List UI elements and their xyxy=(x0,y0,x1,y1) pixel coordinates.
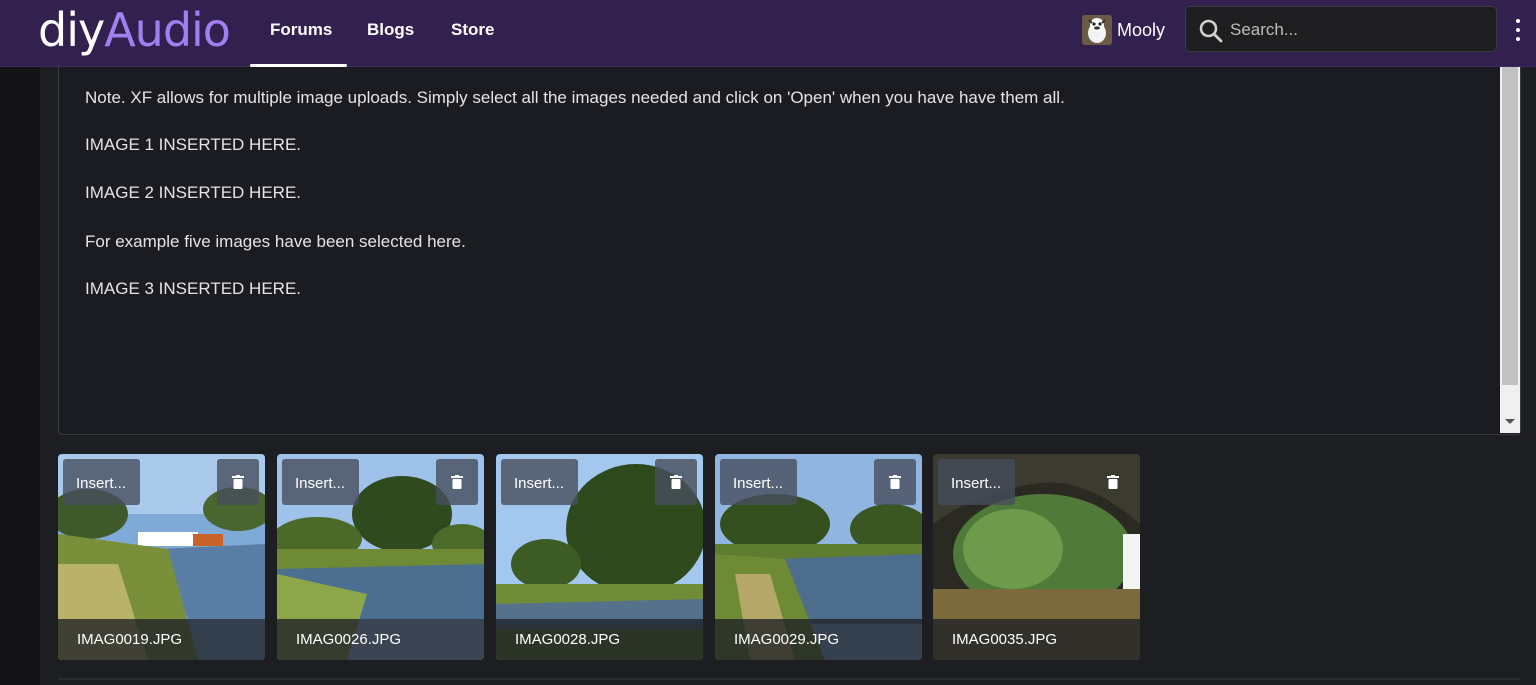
more-menu-icon[interactable] xyxy=(1509,16,1527,44)
delete-button[interactable] xyxy=(1092,459,1134,505)
nav-tab-forums[interactable]: Forums xyxy=(270,20,332,40)
delete-button[interactable] xyxy=(874,459,916,505)
editor-line: IMAGE 2 INSERTED HERE. xyxy=(85,183,302,202)
attachment-filename: IMAG0028.JPG xyxy=(496,619,703,660)
trash-icon xyxy=(1107,475,1119,489)
attachment-item: Insert... IMAG0019.JPG xyxy=(58,454,265,660)
search-input[interactable] xyxy=(1230,19,1480,41)
trash-icon xyxy=(232,475,244,489)
delete-button[interactable] xyxy=(436,459,478,505)
delete-button[interactable] xyxy=(655,459,697,505)
attachment-item: Insert... IMAG0028.JPG xyxy=(496,454,703,660)
nav-tab-blogs[interactable]: Blogs xyxy=(367,20,414,40)
scrollbar-thumb[interactable] xyxy=(1502,67,1518,385)
attachment-item: Insert... IMAG0029.JPG xyxy=(715,454,922,660)
editor-line: IMAGE 3 INSERTED HERE. xyxy=(85,279,302,298)
site-header: diyAudio Forums Blogs Store Mooly xyxy=(0,0,1536,67)
insert-button[interactable]: Insert... xyxy=(720,459,797,505)
scroll-down-arrow-icon[interactable] xyxy=(1505,419,1515,424)
trash-icon xyxy=(889,475,901,489)
attachment-filename: IMAG0019.JPG xyxy=(58,619,265,660)
editor-line: IMAGE 1 INSERTED HERE. xyxy=(85,135,302,154)
delete-button[interactable] xyxy=(217,459,259,505)
attachment-item: Insert... IMAG0026.JPG xyxy=(277,454,484,660)
insert-button[interactable]: Insert... xyxy=(282,459,359,505)
username[interactable]: Mooly xyxy=(1117,20,1165,41)
search-icon xyxy=(1199,19,1223,43)
editor-line: For example five images have been select… xyxy=(85,232,466,251)
avatar-image xyxy=(1082,15,1112,45)
insert-button[interactable]: Insert... xyxy=(938,459,1015,505)
divider xyxy=(58,678,1521,680)
site-logo[interactable]: diyAudio xyxy=(38,2,231,58)
attachment-filename: IMAG0026.JPG xyxy=(277,619,484,660)
logo-text-audio: Audio xyxy=(104,3,231,57)
attachment-filename: IMAG0035.JPG xyxy=(933,619,1140,660)
trash-icon xyxy=(451,475,463,489)
attachment-filename: IMAG0029.JPG xyxy=(715,619,922,660)
trash-icon xyxy=(670,475,682,489)
nav-tab-store[interactable]: Store xyxy=(451,20,494,40)
insert-button[interactable]: Insert... xyxy=(501,459,578,505)
logo-text-diy: diy xyxy=(38,3,105,57)
search-box[interactable] xyxy=(1185,6,1497,52)
attachment-item: Insert... IMAG0035.JPG xyxy=(933,454,1140,660)
user-avatar[interactable] xyxy=(1082,15,1112,45)
left-gutter xyxy=(0,67,40,685)
editor-line: Note. XF allows for multiple image uploa… xyxy=(85,88,1065,107)
insert-button[interactable]: Insert... xyxy=(63,459,140,505)
editor-scrollbar[interactable] xyxy=(1500,67,1520,433)
message-editor[interactable]: Note. XF allows for multiple image uploa… xyxy=(58,67,1521,435)
